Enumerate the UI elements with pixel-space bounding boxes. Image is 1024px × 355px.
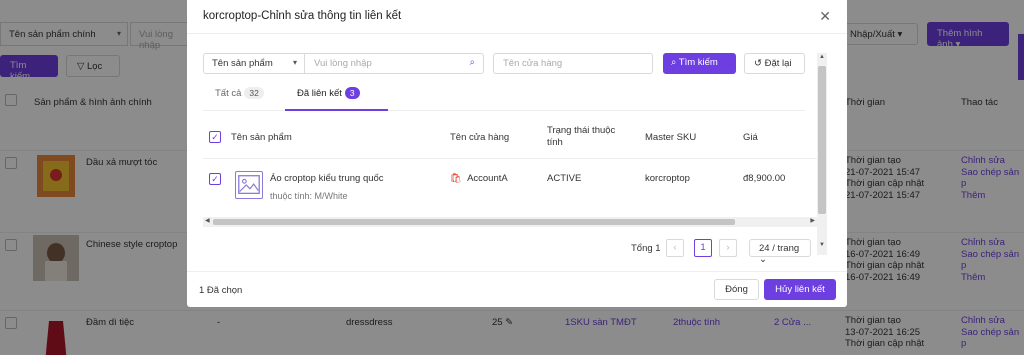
sku-cell: korcroptop bbox=[645, 173, 690, 184]
prev-page-button[interactable]: ‹ bbox=[666, 239, 684, 257]
status-cell: ACTIVE bbox=[547, 173, 582, 184]
scroll-down-icon[interactable]: ▼ bbox=[819, 242, 825, 248]
page-size-select[interactable]: 24 / trang ⌄ bbox=[749, 239, 811, 265]
search-field-select[interactable]: Tên sản phẩm ▾ bbox=[203, 53, 305, 74]
next-page-button[interactable]: › bbox=[719, 239, 737, 257]
col-name-header: Tên sản phẩm bbox=[231, 132, 292, 143]
reset-icon: ↺ bbox=[754, 58, 762, 69]
price-cell: đ8,900.00 bbox=[743, 173, 786, 184]
store-name-input[interactable]: Tên cửa hàng bbox=[493, 53, 653, 74]
search-button-label: Tìm kiếm bbox=[678, 57, 718, 68]
chevron-down-icon: ⌄ bbox=[759, 254, 767, 265]
select-all-checkbox[interactable]: ✓ bbox=[209, 131, 221, 143]
table-header: ✓ Tên sản phẩm Tên cửa hàng Trạng thái t… bbox=[203, 119, 817, 159]
pagination: Tổng 1 ‹ 1 › 24 / trang ⌄ bbox=[187, 239, 817, 265]
shop-bag-icon: 🛍 bbox=[450, 173, 463, 184]
search-placeholder: Vui lòng nhập bbox=[314, 58, 372, 69]
modal-header: korcroptop-Chỉnh sửa thông tin liên kết … bbox=[187, 0, 847, 34]
search-field-label: Tên sản phẩm bbox=[212, 58, 273, 69]
active-tab-indicator bbox=[285, 109, 388, 111]
col-status-line2: tính bbox=[547, 137, 563, 148]
tab-all-count: 32 bbox=[244, 87, 264, 99]
scroll-right-icon[interactable]: ▶ bbox=[810, 217, 815, 224]
horizontal-scrollbar[interactable]: ◀ ▶ bbox=[203, 217, 817, 227]
scrollbar-thumb[interactable] bbox=[213, 219, 735, 225]
chevron-down-icon: ▾ bbox=[292, 58, 297, 67]
product-name: Áo croptop kiểu trung quốc bbox=[270, 173, 384, 184]
modal-title: korcroptop-Chỉnh sửa thông tin liên kết bbox=[203, 10, 402, 22]
unlink-button[interactable]: Hủy liên kết bbox=[764, 279, 836, 300]
modal-footer: 1 Đã chọn Đóng Hủy liên kết bbox=[187, 271, 847, 307]
tab-all[interactable]: Tất cả 32 bbox=[215, 87, 264, 107]
scroll-left-icon[interactable]: ◀ bbox=[205, 217, 210, 224]
col-store-header: Tên cửa hàng bbox=[450, 132, 510, 143]
row-checkbox[interactable]: ✓ bbox=[209, 173, 221, 185]
pagination-total: Tổng 1 bbox=[631, 243, 661, 254]
store-name: AccountA bbox=[467, 173, 508, 184]
tab-linked[interactable]: Đã liên kết 3 bbox=[297, 87, 360, 107]
tabs: Tất cả 32 Đã liên kết 3 bbox=[203, 85, 805, 111]
col-status-line1: Trạng thái thuộc bbox=[547, 125, 616, 136]
col-sku-header: Master SKU bbox=[645, 132, 697, 143]
col-price-header: Giá bbox=[743, 132, 758, 143]
close-button[interactable]: Đóng bbox=[714, 279, 759, 300]
search-icon: ⌕ bbox=[671, 57, 677, 68]
tab-linked-label: Đã liên kết bbox=[297, 88, 342, 99]
tab-all-label: Tất cả bbox=[215, 88, 242, 99]
table-row: ✓ Áo croptop kiểu trung quốc thuộc tính:… bbox=[203, 160, 817, 210]
close-icon[interactable]: ✕ bbox=[819, 8, 831, 25]
modal-body: ▲ ▼ Tên sản phẩm ▾ Vui lòng nhập ⌕ Tên c… bbox=[187, 34, 847, 271]
product-attribute: thuộc tính: M/White bbox=[270, 191, 348, 201]
tab-linked-count: 3 bbox=[344, 87, 360, 99]
selected-count: 1 Đã chọn bbox=[199, 285, 243, 296]
scrollbar-thumb[interactable] bbox=[818, 66, 826, 214]
reset-button-label: Đặt lại bbox=[764, 58, 792, 69]
image-placeholder-icon bbox=[235, 171, 263, 199]
edit-link-modal: korcroptop-Chỉnh sửa thông tin liên kết … bbox=[187, 0, 847, 307]
col-status-header: Trạng thái thuộc tính bbox=[547, 125, 627, 149]
search-icon[interactable]: ⌕ bbox=[470, 57, 475, 68]
search-input[interactable]: Vui lòng nhập ⌕ bbox=[304, 53, 484, 74]
search-button[interactable]: ⌕ Tìm kiếm bbox=[663, 53, 736, 74]
reset-button[interactable]: ↺ Đặt lại bbox=[744, 53, 805, 74]
page-button[interactable]: 1 bbox=[694, 239, 712, 257]
page-size-label: 24 / trang bbox=[759, 243, 800, 254]
store-cell: 🛍 AccountA bbox=[450, 173, 508, 184]
scroll-up-icon[interactable]: ▲ bbox=[819, 54, 825, 60]
